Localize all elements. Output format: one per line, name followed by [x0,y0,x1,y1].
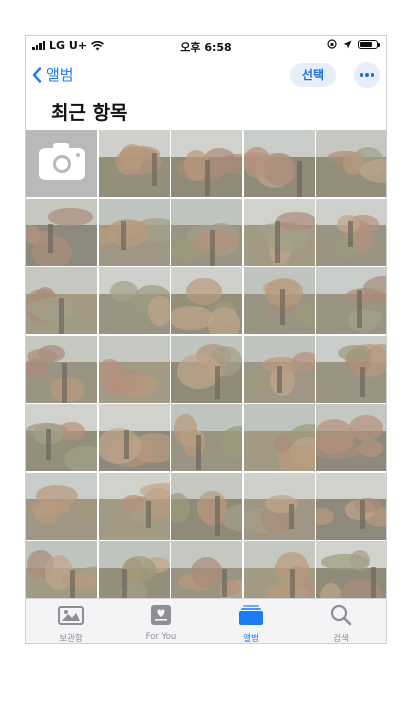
tab-photo-library[interactable]: 보관함 [26,599,116,643]
photo-thumbnail[interactable] [171,541,242,600]
photo-thumbnail[interactable] [316,472,386,540]
photo-thumbnail[interactable] [316,335,386,403]
status-right [327,39,380,49]
tab-search[interactable]: 검색 [296,599,386,643]
photo-thumbnail[interactable] [243,267,315,334]
photo-thumbnail[interactable] [243,335,315,403]
more-dot [370,73,375,77]
tab-label: For You [145,632,177,642]
photo-thumbnail[interactable] [171,267,242,334]
photo-thumbnail[interactable] [98,198,170,266]
albums-icon [237,604,265,630]
photo-library-icon [57,604,85,630]
location-icon [343,40,352,48]
select-button[interactable]: 선택 [289,63,336,87]
photo-thumbnail[interactable] [171,472,242,540]
back-label: 앨범 [46,66,74,84]
page-title: 최근 항목 [51,102,128,124]
for-you-icon [147,604,175,630]
camera-icon [38,142,85,180]
orientation-lock-icon [327,39,337,49]
photo-thumbnail[interactable] [26,541,97,600]
photo-thumbnail[interactable] [243,472,315,540]
photo-thumbnail[interactable] [316,267,386,334]
photo-thumbnail[interactable] [171,130,242,197]
photo-thumbnail[interactable] [171,335,242,403]
photo-thumbnail[interactable] [98,130,170,197]
more-dot [359,73,364,77]
photo-thumbnail[interactable] [26,472,97,540]
nav-bar: 앨범 선택 [26,56,386,96]
photo-thumbnail[interactable] [26,404,97,471]
photo-thumbnail[interactable] [243,198,315,266]
battery-icon [358,39,380,49]
photo-thumbnail[interactable] [316,541,386,600]
photo-thumbnail[interactable] [243,130,315,197]
tab-label: 검색 [333,634,349,644]
more-dot [365,73,369,77]
photo-thumbnail[interactable] [26,198,97,266]
status-bar: LG U+ 오후 6:58 [26,36,386,56]
photo-thumbnail[interactable] [98,472,170,540]
photo-thumbnail[interactable] [98,335,170,403]
chevron-left-icon [32,66,42,83]
photo-thumbnail[interactable] [98,404,170,471]
more-button[interactable] [354,62,380,88]
tab-for-you[interactable]: For You [116,599,206,643]
photo-thumbnail[interactable] [243,404,315,471]
photo-thumbnail[interactable] [26,267,97,334]
photo-thumbnail[interactable] [316,198,386,266]
search-icon [327,604,355,630]
tab-bar: 보관함 For You 앨범 검색 [26,598,386,643]
tab-label: 앨범 [243,634,259,644]
photo-grid [26,130,386,600]
photo-thumbnail[interactable] [243,541,315,600]
photo-thumbnail[interactable] [171,404,242,471]
phone-screen: LG U+ 오후 6:58 앨범 선택 최근 항목 보관함 For You 앨범… [25,35,387,644]
camera-cell[interactable] [26,130,97,197]
photo-thumbnail[interactable] [171,198,242,266]
photo-thumbnail[interactable] [316,130,386,197]
photo-thumbnail[interactable] [98,267,170,334]
photo-thumbnail[interactable] [26,335,97,403]
back-button[interactable]: 앨범 [32,64,74,85]
photo-thumbnail[interactable] [316,404,386,471]
photo-thumbnail[interactable] [98,541,170,600]
tab-albums[interactable]: 앨범 [206,599,296,643]
tab-label: 보관함 [59,634,83,644]
